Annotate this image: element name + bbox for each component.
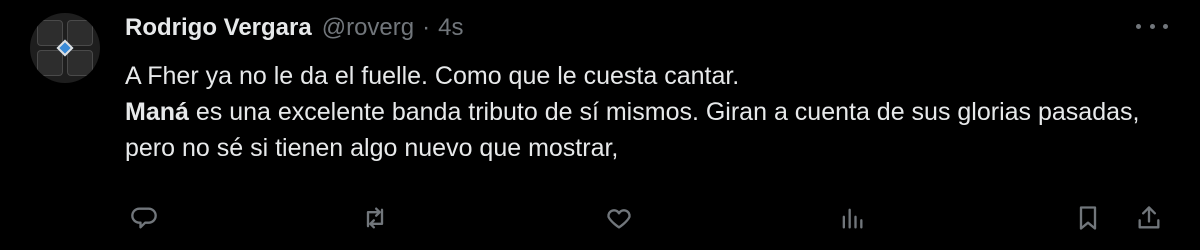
bookmark-button[interactable] — [1072, 202, 1104, 234]
tweet[interactable]: Rodrigo Vergara @roverg · 4s A Fher ya n… — [0, 0, 1200, 250]
reply-icon — [131, 207, 157, 229]
like-button[interactable] — [603, 202, 635, 234]
share-icon — [1138, 206, 1160, 229]
author-handle[interactable]: @roverg — [322, 14, 414, 42]
views-button[interactable] — [836, 202, 868, 234]
author-name[interactable]: Rodrigo Vergara — [125, 14, 312, 42]
tweet-text: A Fher ya no le da el fuelle. Como que l… — [125, 58, 1165, 166]
separator-dot: · — [422, 14, 431, 41]
bookmark-icon — [1079, 206, 1097, 230]
share-button[interactable] — [1133, 202, 1165, 234]
avatar[interactable] — [30, 13, 100, 83]
more-icon[interactable] — [1136, 16, 1168, 36]
views-icon — [842, 208, 863, 229]
heart-icon — [607, 209, 631, 229]
tweet-line-2-rest: es una excelente banda tributo de sí mis… — [125, 98, 1140, 162]
repost-button[interactable] — [359, 202, 391, 234]
repost-icon — [366, 207, 384, 229]
tweet-line-1: A Fher ya no le da el fuelle. Como que l… — [125, 62, 740, 90]
tweet-header: Rodrigo Vergara @roverg · 4s — [125, 12, 463, 44]
mention-bold: Maná — [125, 98, 189, 126]
timestamp[interactable]: 4s — [438, 14, 463, 42]
reply-button[interactable] — [128, 202, 160, 234]
tweet-line-2: Maná es una excelente banda tributo de s… — [125, 94, 1165, 166]
